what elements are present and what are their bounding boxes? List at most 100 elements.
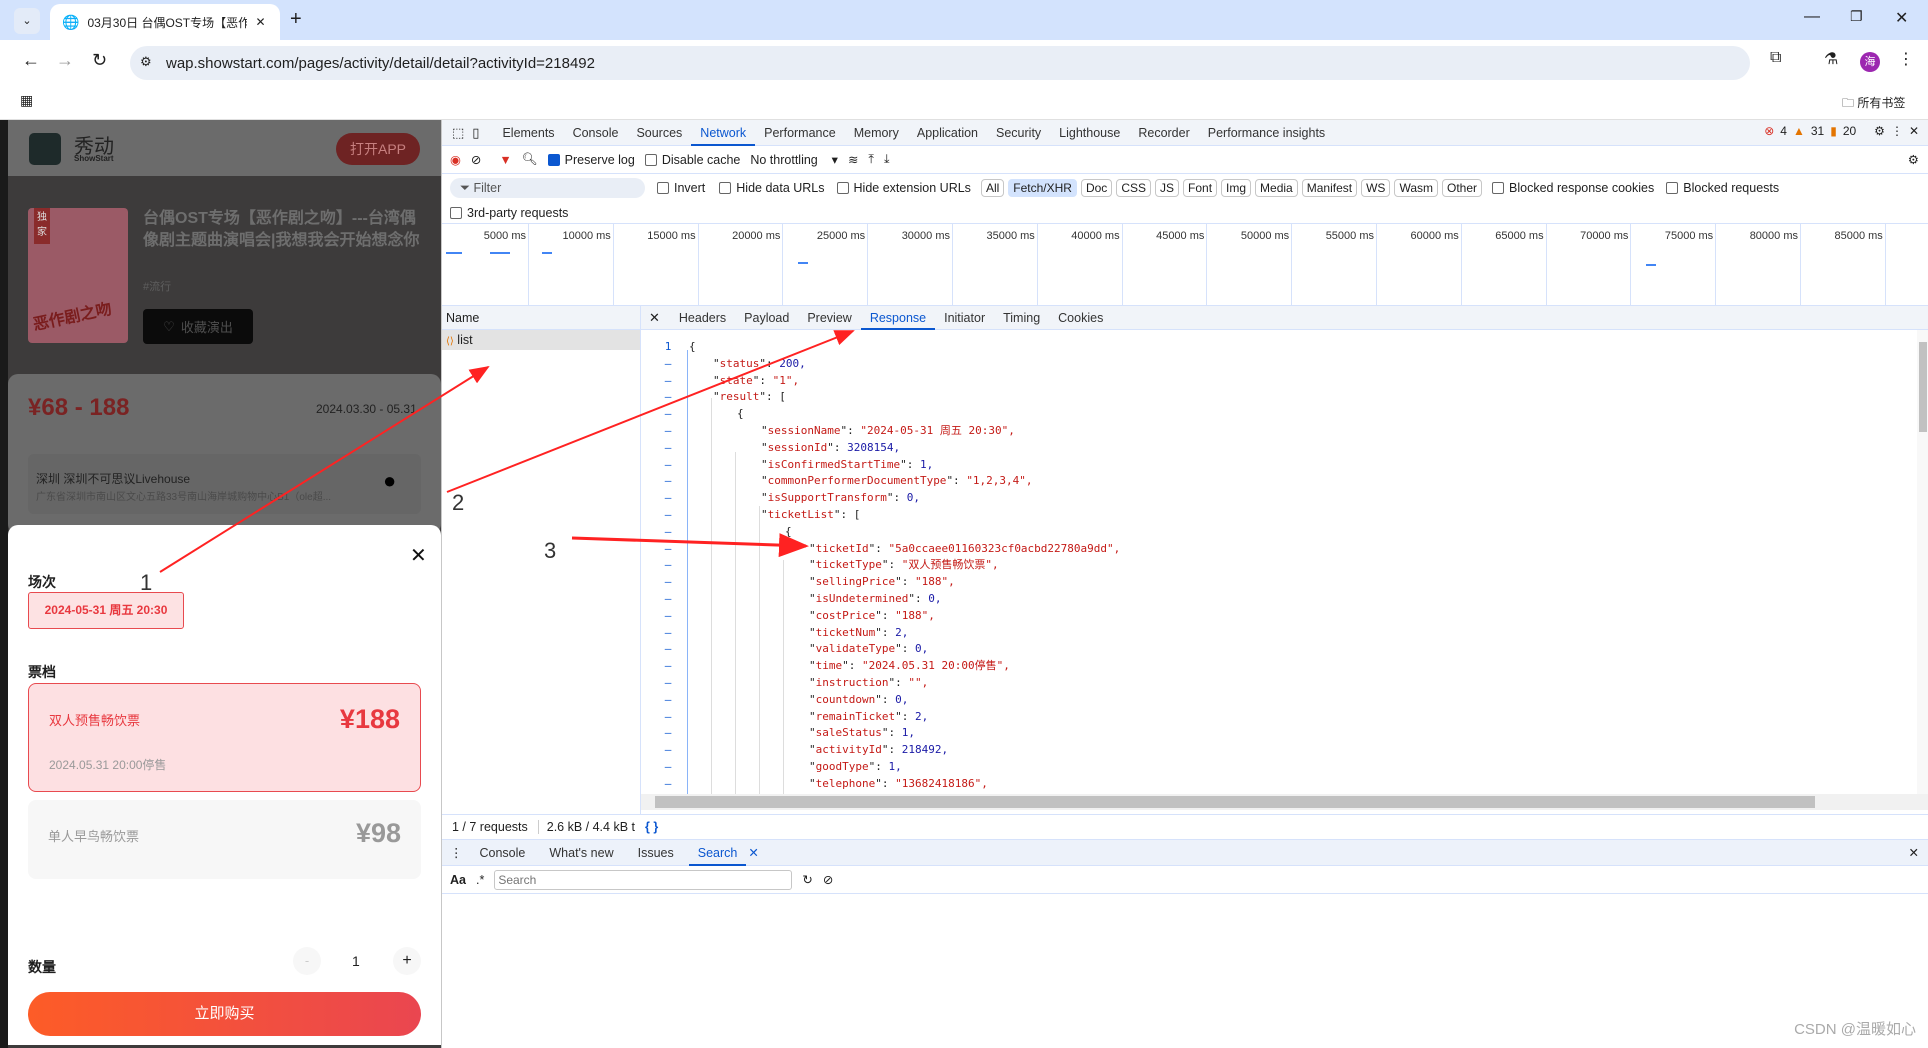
type-filter-other[interactable]: Other [1442, 179, 1483, 197]
back-icon[interactable]: ← [22, 50, 40, 71]
type-filter-doc[interactable]: Doc [1080, 179, 1113, 197]
drawer-tab-console[interactable]: Console [471, 840, 535, 866]
type-filter-css[interactable]: CSS [1116, 179, 1151, 197]
issue-count[interactable]: 20 [1843, 124, 1856, 138]
disable-cache-checkbox[interactable]: Disable cache [644, 153, 740, 167]
tab-security[interactable]: Security [987, 120, 1050, 146]
preserve-log-checkbox[interactable]: Preserve log [547, 153, 635, 167]
invert-checkbox[interactable]: Invert [657, 181, 705, 195]
apps-icon[interactable]: ▦ [20, 92, 33, 109]
type-filter-img[interactable]: Img [1221, 179, 1252, 197]
tab-application[interactable]: Application [908, 120, 987, 146]
match-case-button[interactable]: Aa [450, 873, 466, 887]
venue-row[interactable]: 深圳 深圳不可思议Livehouse 广东省深圳市南山区文心五路33号南山海岸城… [28, 454, 421, 514]
close-tab-icon[interactable]: ✕ [255, 15, 265, 29]
close-devtools-icon[interactable]: ✕ [1909, 124, 1919, 138]
tab-recorder[interactable]: Recorder [1129, 120, 1198, 146]
site-info-icon[interactable]: ⚙ [140, 54, 152, 70]
detail-tab-cookies[interactable]: Cookies [1049, 306, 1112, 330]
drawer-menu-icon[interactable]: ⋮ [450, 845, 463, 860]
close-modal-icon[interactable]: ✕ [410, 543, 427, 568]
extensions-icon[interactable]: ⧉ [1770, 49, 1781, 67]
detail-tab-preview[interactable]: Preview [798, 306, 860, 330]
type-filter-ws[interactable]: WS [1361, 179, 1391, 197]
blocked-requests-checkbox[interactable]: Blocked requests [1666, 181, 1779, 195]
third-party-checkbox[interactable]: 3rd-party requests [450, 206, 568, 220]
all-bookmarks[interactable]: 🗀 所有书签 [1842, 94, 1905, 115]
avatar[interactable]: 海 [1860, 52, 1880, 72]
network-conditions-icon[interactable]: ≋ [848, 152, 858, 167]
warning-count[interactable]: 31 [1811, 124, 1824, 138]
warning-icon[interactable]: ▲ [1793, 124, 1805, 138]
increment-button[interactable]: + [393, 947, 421, 975]
ticket-option[interactable]: 单人早鸟畅饮票 ¥98 [28, 800, 421, 879]
horizontal-scrollbar[interactable] [641, 794, 1928, 810]
error-count[interactable]: 4 [1780, 124, 1787, 138]
new-tab-button[interactable]: + [290, 8, 302, 31]
device-toolbar-icon[interactable]: ▯ [472, 125, 479, 141]
tab-search-button[interactable]: ⌄ [14, 8, 40, 34]
detail-tab-response[interactable]: Response [860, 306, 936, 330]
detail-tab-initiator[interactable]: Initiator [935, 306, 994, 330]
network-settings-icon[interactable]: ⚙ [1908, 152, 1919, 167]
tab-performance-insights[interactable]: Performance insights [1199, 120, 1334, 146]
filter-icon[interactable]: ▼ [499, 153, 511, 167]
error-icon[interactable]: ⊗ [1764, 124, 1774, 138]
session-option[interactable]: 2024-05-31 周五 20:30 [28, 592, 184, 629]
type-filter-wasm[interactable]: Wasm [1394, 179, 1438, 197]
drawer-tab-issues[interactable]: Issues [629, 840, 683, 866]
import-har-icon[interactable]: ⤒ [868, 152, 874, 167]
address-bar[interactable]: ⚙ wap.showstart.com/pages/activity/detai… [130, 46, 1750, 80]
type-filter-fetchxhr[interactable]: Fetch/XHR [1008, 179, 1077, 197]
detail-tab-timing[interactable]: Timing [994, 306, 1049, 330]
tab-performance[interactable]: Performance [755, 120, 845, 146]
throttling-select[interactable]: No throttling ▾ [750, 152, 838, 167]
export-har-icon[interactable]: ⤓ [884, 152, 890, 167]
record-icon[interactable]: ◉ [450, 152, 461, 167]
close-window-button[interactable]: ✕ [1895, 8, 1908, 28]
hide-extension-urls-checkbox[interactable]: Hide extension URLs [836, 181, 971, 195]
clear-icon[interactable]: ⊘ [471, 152, 481, 167]
open-app-button[interactable]: 打开APP [336, 133, 420, 165]
type-filter-media[interactable]: Media [1255, 179, 1298, 197]
name-column-header[interactable]: Name [442, 306, 640, 330]
tab-elements[interactable]: Elements [493, 120, 563, 146]
favorite-button[interactable]: ♡ 收藏演出 [143, 309, 253, 344]
request-row-list[interactable]: ⟨⟩ list [442, 330, 640, 350]
detail-tab-headers[interactable]: Headers [670, 306, 735, 330]
pretty-print-icon[interactable]: { } [645, 820, 658, 834]
regex-button[interactable]: .* [476, 873, 484, 887]
network-overview-timeline[interactable]: 5000 ms 10000 ms 15000 ms 20000 ms 25000 ms 3… [442, 224, 1928, 306]
type-filter-font[interactable]: Font [1183, 179, 1218, 197]
minimize-button[interactable]: — [1804, 8, 1820, 26]
close-search-tab-icon[interactable]: ✕ [748, 845, 758, 860]
clear-search-icon[interactable]: ⊘ [823, 872, 833, 887]
filter-input[interactable]: ⏷ Filter [450, 178, 645, 198]
map-pin-icon[interactable]: ● [383, 468, 396, 494]
drawer-tab-what-s-new[interactable]: What's new [540, 840, 622, 866]
search-icon[interactable]: 🔍︎ [522, 152, 538, 167]
refresh-search-icon[interactable]: ↻ [802, 872, 812, 887]
vertical-scrollbar[interactable] [1917, 330, 1928, 794]
tab-memory[interactable]: Memory [845, 120, 908, 146]
drawer-tab-search[interactable]: Search [688, 840, 747, 866]
inspect-icon[interactable]: ⬚ [452, 125, 464, 141]
decrement-button[interactable]: - [293, 947, 321, 975]
type-filter-all[interactable]: All [980, 179, 1005, 197]
blocked-cookies-checkbox[interactable]: Blocked response cookies [1492, 181, 1654, 195]
forward-icon[interactable]: → [56, 50, 74, 71]
buy-now-button[interactable]: 立即购买 [28, 992, 421, 1036]
detail-tab-payload[interactable]: Payload [735, 306, 798, 330]
quantity-value[interactable]: 1 [352, 953, 360, 969]
menu-icon[interactable]: ⋮ [1898, 49, 1914, 69]
settings-icon[interactable]: ⚙ [1874, 124, 1885, 138]
type-filter-manifest[interactable]: Manifest [1301, 179, 1358, 197]
close-detail-icon[interactable]: ✕ [649, 310, 660, 326]
ticket-option-selected[interactable]: 双人预售畅饮票 ¥188 2024.05.31 20:00停售 [28, 683, 421, 792]
labs-icon[interactable]: ⚗ [1824, 49, 1838, 69]
reload-icon[interactable]: ↻ [92, 50, 107, 71]
tab-lighthouse[interactable]: Lighthouse [1050, 120, 1129, 146]
hide-data-urls-checkbox[interactable]: Hide data URLs [719, 181, 825, 195]
type-filter-js[interactable]: JS [1155, 179, 1180, 197]
more-icon[interactable]: ⋮ [1891, 124, 1903, 138]
